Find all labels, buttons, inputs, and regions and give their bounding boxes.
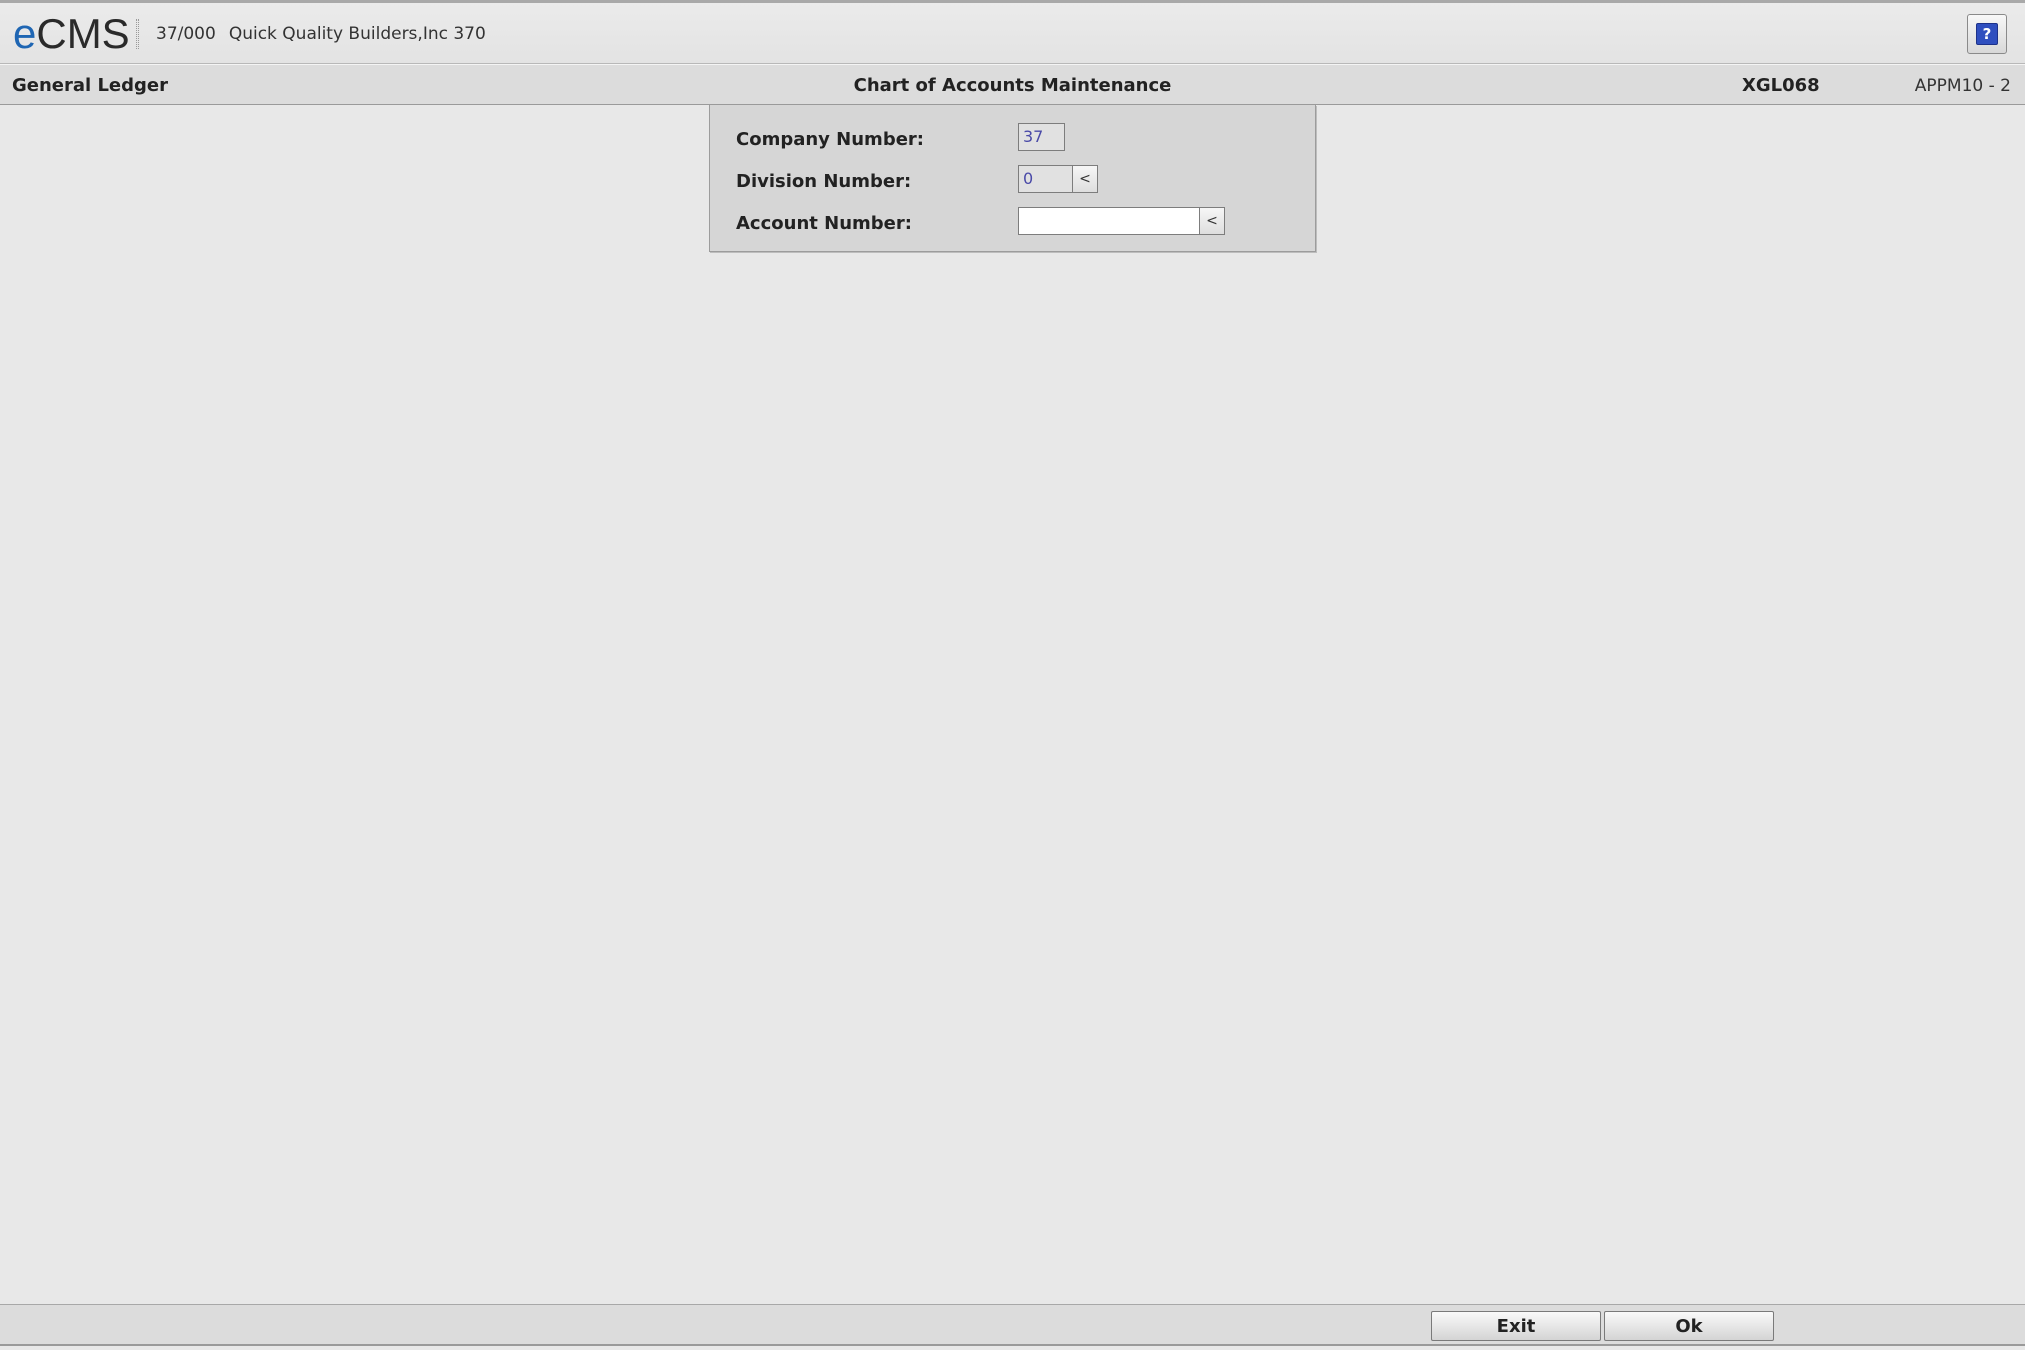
account-number-row: Account Number: < bbox=[710, 207, 1315, 237]
app-header: eCMS 37/000 Quick Quality Builders,Inc 37… bbox=[0, 0, 2025, 64]
ecms-logo: eCMS bbox=[13, 9, 130, 59]
help-button[interactable]: ? bbox=[1967, 14, 2007, 54]
account-number-input[interactable] bbox=[1018, 207, 1200, 235]
program-code: XGL068 bbox=[1742, 75, 1820, 96]
help-icon: ? bbox=[1976, 23, 1998, 45]
division-lookup-button[interactable]: < bbox=[1072, 165, 1098, 193]
page-title: Chart of Accounts Maintenance bbox=[853, 75, 1172, 96]
exit-button[interactable]: Exit bbox=[1431, 1311, 1601, 1341]
company-number-field: 37 bbox=[1018, 123, 1065, 151]
division-number-field[interactable]: 0 bbox=[1018, 165, 1073, 193]
screen-id: APPM10 - 2 bbox=[1914, 76, 2011, 96]
company-number-label: Company Number: bbox=[736, 129, 924, 150]
ecms-window: eCMS 37/000 Quick Quality Builders,Inc 37… bbox=[0, 0, 2025, 1350]
division-number-row: Division Number: 0 < bbox=[710, 165, 1315, 195]
ok-button[interactable]: Ok bbox=[1604, 1311, 1774, 1341]
company-number-row: Company Number: 37 bbox=[710, 123, 1315, 153]
logo-cms: CMS bbox=[36, 10, 130, 57]
selection-form: Company Number: 37 Division Number: 0 < … bbox=[709, 105, 1316, 252]
chevron-left-icon: < bbox=[1079, 171, 1091, 187]
logo-divider bbox=[136, 19, 139, 49]
company-info: 37/000 Quick Quality Builders,Inc 370 bbox=[156, 24, 486, 44]
logo-e: e bbox=[13, 10, 37, 57]
screen-titlebar: General Ledger Chart of Accounts Mainten… bbox=[0, 64, 2025, 105]
company-code: 37/000 bbox=[156, 24, 216, 44]
action-bar: Exit Ok bbox=[0, 1304, 2025, 1346]
company-name: Quick Quality Builders,Inc 370 bbox=[228, 24, 486, 44]
chevron-left-icon: < bbox=[1206, 213, 1218, 229]
account-lookup-button[interactable]: < bbox=[1199, 207, 1225, 235]
division-number-label: Division Number: bbox=[736, 171, 912, 192]
account-number-label: Account Number: bbox=[736, 213, 912, 234]
